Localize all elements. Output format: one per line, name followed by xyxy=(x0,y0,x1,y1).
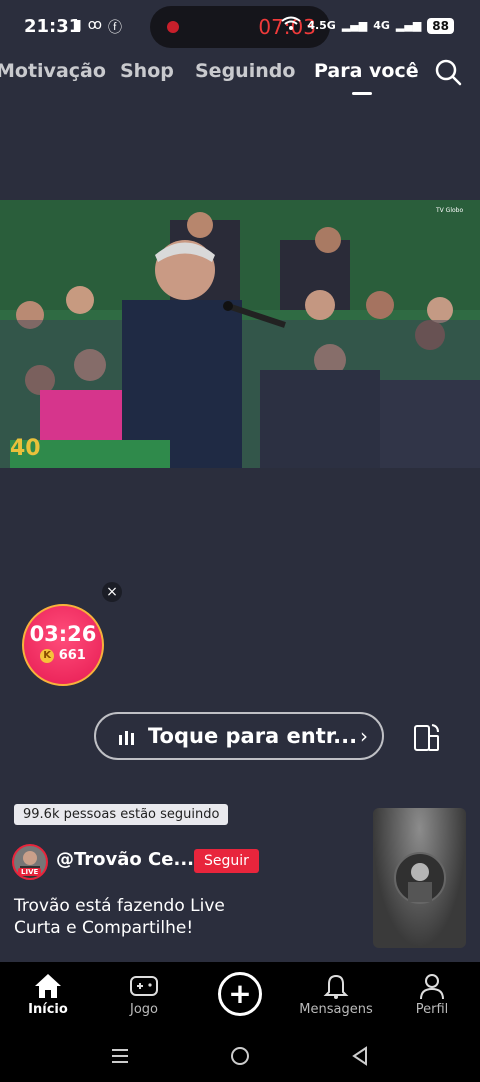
timer-close-icon[interactable]: × xyxy=(102,582,122,602)
nav-profile-label: Perfil xyxy=(415,1002,449,1017)
audio-bars-icon xyxy=(119,731,134,745)
network-label-1: 4.5G xyxy=(307,19,336,32)
bell-icon xyxy=(323,974,349,999)
floating-timer-time: 03:26 xyxy=(29,622,97,646)
facebook-icon: ⓕ xyxy=(107,20,122,36)
nav-game[interactable]: Jogo xyxy=(104,972,184,1017)
video-frame: 40 TV Globo xyxy=(0,200,480,468)
top-nav: Motivação Shop Seguindo Para você xyxy=(0,56,480,100)
nav-home-label: Início xyxy=(28,1002,68,1017)
caption-line-1: Trovão está fazendo Live xyxy=(14,896,225,916)
gamepad-icon xyxy=(130,976,158,996)
floating-timer-coins: K 661 xyxy=(24,648,102,663)
nav-messages[interactable]: Mensagens xyxy=(296,972,376,1017)
floating-timer-widget[interactable]: 03:26 K 661 xyxy=(22,604,104,686)
battery-icon: 88 xyxy=(427,17,454,34)
search-icon[interactable] xyxy=(434,58,462,86)
follow-button[interactable]: Seguir xyxy=(194,849,259,873)
home-icon xyxy=(35,974,61,998)
coin-count: 661 xyxy=(58,648,86,663)
live-video[interactable]: 40 TV Globo xyxy=(0,200,480,468)
nav-home[interactable]: Início xyxy=(8,972,88,1017)
link-icon: ꝏ xyxy=(87,17,102,33)
nav-game-label: Jogo xyxy=(130,1002,158,1017)
active-tab-indicator xyxy=(352,92,372,95)
rotate-screen-icon[interactable] xyxy=(410,722,442,754)
tab-para-voce[interactable]: Para você xyxy=(314,60,419,82)
profile-icon xyxy=(420,974,444,1000)
preview-avatar xyxy=(394,852,446,904)
back-icon[interactable] xyxy=(350,1045,370,1067)
live-preview-thumbnail[interactable] xyxy=(373,808,466,948)
enter-live-button[interactable]: Toque para entr... › xyxy=(94,712,384,760)
channel-logo: 40 xyxy=(10,436,41,461)
home-button-icon[interactable] xyxy=(229,1045,251,1067)
wifi-icon xyxy=(281,16,301,35)
system-nav xyxy=(0,1032,480,1082)
recording-dot-icon xyxy=(167,21,179,33)
status-time: 21:31 xyxy=(24,16,82,37)
chevron-right-icon: › xyxy=(360,724,368,748)
tab-seguindo[interactable]: Seguindo xyxy=(195,60,295,82)
tab-shop[interactable]: Shop xyxy=(120,60,174,82)
signal-icon-2: ▂▄▆ xyxy=(395,19,422,32)
nav-messages-label: Mensagens xyxy=(299,1002,373,1017)
live-caption: Trovão está fazendo Live Curta e Compart… xyxy=(14,895,225,939)
recent-apps-icon[interactable] xyxy=(110,1047,130,1065)
status-notification-icons: ▮ ꝏ ⓕ xyxy=(74,17,122,37)
network-label-2: 4G xyxy=(373,19,390,32)
live-tag: LIVE xyxy=(18,868,42,876)
status-right-icons: 4.5G ▂▄▆ 4G ▂▄▆ 88 xyxy=(281,16,454,35)
coin-icon: K xyxy=(40,648,55,663)
caption-line-2: Curta e Compartilhe! xyxy=(14,918,194,938)
status-bar: 21:31 ▮ ꝏ ⓕ 07:03 4.5G ▂▄▆ 4G ▂▄▆ 88 xyxy=(0,0,480,56)
enter-live-label: Toque para entr... xyxy=(148,724,358,748)
nav-profile[interactable]: Perfil xyxy=(392,972,472,1017)
bottom-nav: Início Jogo + Mensagens Perfil xyxy=(0,962,480,1032)
streamer-username[interactable]: @Trovão Ce... xyxy=(56,849,194,870)
add-icon[interactable]: + xyxy=(218,972,262,1016)
signal-icon: ▂▄▆ xyxy=(341,19,368,32)
video-camera-icon: ▮ xyxy=(74,17,82,33)
tab-motivacao[interactable]: Motivação xyxy=(0,60,106,82)
channel-watermark: TV Globo xyxy=(435,207,463,214)
followers-badge: 99.6k pessoas estão seguindo xyxy=(14,804,229,825)
